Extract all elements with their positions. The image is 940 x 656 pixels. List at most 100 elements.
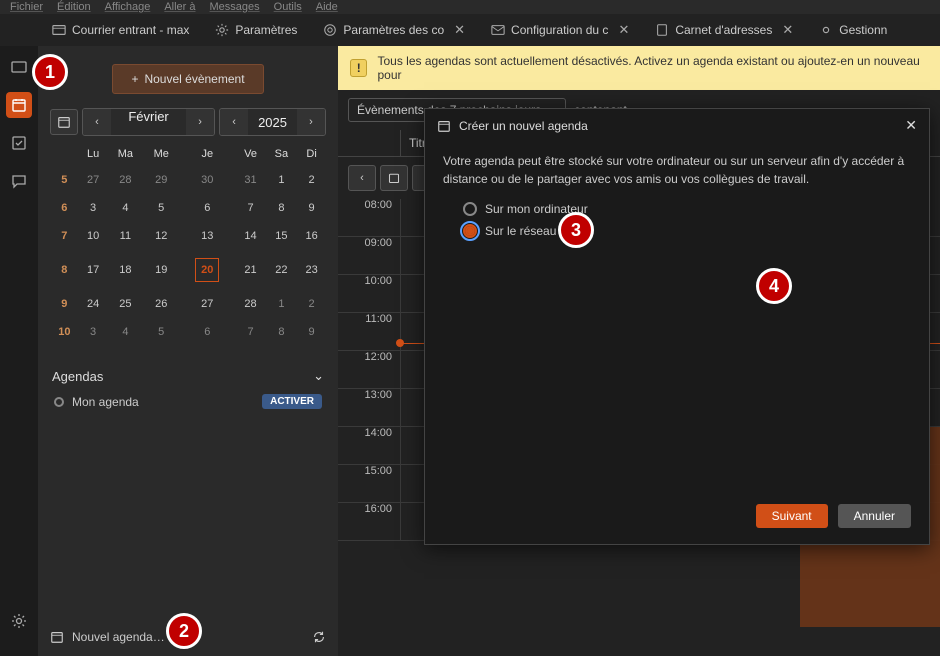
menu-goto[interactable]: Aller à [164,1,195,13]
calendar-day[interactable]: 4 [107,194,143,222]
time-label: 14:00 [338,427,400,464]
calendar-day[interactable]: 24 [79,290,108,318]
calendar-day[interactable]: 20 [179,250,235,290]
agendas-header[interactable]: Agendas ⌄ [50,364,326,388]
calendar-day[interactable]: 3 [79,194,108,222]
calendar-day[interactable]: 22 [266,250,298,290]
new-agenda-link[interactable]: Nouvel agenda… [50,630,165,644]
calendar-day[interactable]: 5 [143,194,179,222]
sync-icon[interactable] [312,630,326,644]
dialog-titlebar: Créer un nouvel agenda ✕ [425,109,929,142]
week-number[interactable]: 7 [50,222,79,250]
menu-edit[interactable]: Édition [57,1,91,13]
calendar-day[interactable]: 23 [297,250,326,290]
tab-addressbook[interactable]: Carnet d'adresses ✕ [643,16,805,44]
calendar-day[interactable]: 10 [79,222,108,250]
week-number[interactable]: 5 [50,166,79,194]
rail-mail-icon[interactable] [6,54,32,80]
calendar-day[interactable]: 15 [266,222,298,250]
next-year-button[interactable]: › [297,109,325,135]
today-view-button[interactable] [380,165,408,191]
calendar-day[interactable]: 3 [79,318,108,346]
tab-manager[interactable]: Gestionn [807,17,899,43]
calendar-day[interactable]: 6 [179,318,235,346]
calendar-day[interactable]: 28 [107,166,143,194]
alert-bar: ! Tous les agendas sont actuellement dés… [338,46,940,90]
month-label: Février [111,109,186,135]
activate-button[interactable]: ACTIVER [262,394,322,409]
calendar-day[interactable]: 4 [107,318,143,346]
new-agenda-label: Nouvel agenda… [72,630,165,644]
week-number[interactable]: 8 [50,250,79,290]
menu-messages[interactable]: Messages [210,1,260,13]
calendar-day[interactable]: 30 [179,166,235,194]
time-label: 11:00 [338,313,400,350]
calendar-day[interactable]: 28 [235,290,265,318]
calendar-day[interactable]: 26 [143,290,179,318]
menu-view[interactable]: Affichage [105,1,151,13]
week-number[interactable]: 9 [50,290,79,318]
time-label: 12:00 [338,351,400,388]
menu-help[interactable]: Aide [316,1,338,13]
gear-icon [819,23,833,37]
close-icon[interactable]: ✕ [454,22,465,38]
calendar-day[interactable]: 7 [235,318,265,346]
calendar-day[interactable]: 9 [297,194,326,222]
tab-inbox[interactable]: Courrier entrant - max [40,17,201,43]
calendar-day[interactable]: 1 [266,290,298,318]
new-event-button[interactable]: + Nouvel évènement [112,64,263,94]
rail-settings-icon[interactable] [6,608,32,634]
calendar-day[interactable]: 18 [107,250,143,290]
tab-label: Courrier entrant - max [72,23,189,37]
cancel-button[interactable]: Annuler [838,504,911,528]
calendar-day[interactable]: 7 [235,194,265,222]
calendar-day[interactable]: 21 [235,250,265,290]
calendar-day[interactable]: 5 [143,318,179,346]
calendar-day[interactable]: 13 [179,222,235,250]
rail-tasks-icon[interactable] [6,130,32,156]
alert-text: Tous les agendas sont actuellement désac… [377,54,928,82]
dialog-title-text: Créer un nouvel agenda [459,119,588,133]
calendar-day[interactable]: 12 [143,222,179,250]
calendar-day[interactable]: 17 [79,250,108,290]
rail-chat-icon[interactable] [6,168,32,194]
calendar-day[interactable]: 11 [107,222,143,250]
close-icon[interactable]: ✕ [782,22,793,38]
time-label: 09:00 [338,237,400,274]
calendar-day[interactable]: 19 [143,250,179,290]
agenda-label: Mon agenda [72,395,139,409]
calendar-day[interactable]: 8 [266,318,298,346]
calendar-day[interactable]: 2 [297,166,326,194]
calendar-day[interactable]: 29 [143,166,179,194]
calendar-day[interactable]: 14 [235,222,265,250]
calendar-day[interactable]: 8 [266,194,298,222]
next-month-button[interactable]: › [186,109,214,135]
radio-network[interactable]: Sur le réseau [443,220,911,242]
prev-month-button[interactable]: ‹ [83,109,111,135]
calendar-day[interactable]: 16 [297,222,326,250]
tab-config[interactable]: Configuration du c ✕ [479,16,641,44]
calendar-day[interactable]: 2 [297,290,326,318]
next-button[interactable]: Suivant [756,504,828,528]
calendar-day[interactable]: 6 [179,194,235,222]
calendar-day[interactable]: 9 [297,318,326,346]
radio-local[interactable]: Sur mon ordinateur [443,198,911,220]
prev-year-button[interactable]: ‹ [220,109,248,135]
tab-account-params[interactable]: Paramètres des co ✕ [311,16,477,44]
prev-view-button[interactable]: ‹ [348,165,376,191]
calendar-day[interactable]: 31 [235,166,265,194]
close-icon[interactable]: ✕ [905,117,917,134]
calendar-day[interactable]: 25 [107,290,143,318]
close-icon[interactable]: ✕ [618,22,629,38]
today-button[interactable] [50,109,78,135]
week-number[interactable]: 10 [50,318,79,346]
agenda-item[interactable]: Mon agenda ACTIVER [50,388,326,415]
rail-calendar-icon[interactable] [6,92,32,118]
week-number[interactable]: 6 [50,194,79,222]
menu-file[interactable]: Fichier [10,1,43,13]
tab-settings[interactable]: Paramètres [203,17,309,43]
calendar-day[interactable]: 1 [266,166,298,194]
calendar-day[interactable]: 27 [79,166,108,194]
menu-tools[interactable]: Outils [274,1,302,13]
calendar-day[interactable]: 27 [179,290,235,318]
